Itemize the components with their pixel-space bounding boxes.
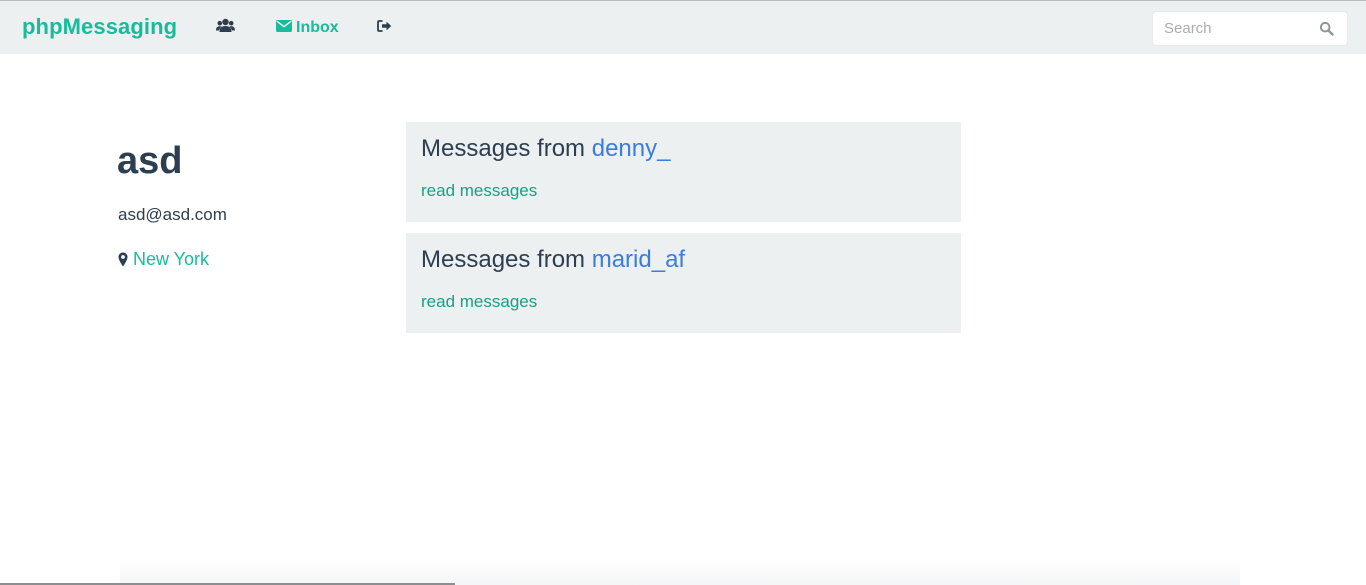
sign-out-icon xyxy=(377,19,392,37)
brand-link[interactable]: phpMessaging xyxy=(22,14,177,40)
search-box xyxy=(1152,11,1348,46)
thread-title-prefix: Messages from xyxy=(421,246,592,273)
profile-name: asd xyxy=(117,140,183,182)
message-thread-title: Messages from marid_af xyxy=(421,246,685,274)
profile-email: asd@asd.com xyxy=(118,205,227,224)
thread-username-link[interactable]: denny_ xyxy=(592,135,671,162)
location-link[interactable]: New York xyxy=(133,249,209,270)
map-marker-icon xyxy=(118,252,128,267)
nav-users-link[interactable] xyxy=(216,18,235,38)
read-messages-link[interactable]: read messages xyxy=(421,181,537,201)
thread-username-link[interactable]: marid_af xyxy=(592,246,685,273)
message-thread-title: Messages from denny_ xyxy=(421,135,670,163)
message-thread-card: Messages from marid_af read messages xyxy=(406,233,961,333)
navbar: phpMessaging Inbox xyxy=(0,0,1366,54)
search-icon[interactable] xyxy=(1319,21,1335,37)
read-messages-link[interactable]: read messages xyxy=(421,292,537,312)
bottom-shadow xyxy=(120,560,1240,585)
search-input[interactable] xyxy=(1153,12,1313,45)
profile-location: New York xyxy=(118,249,209,270)
thread-title-prefix: Messages from xyxy=(421,135,592,162)
nav-inbox-link[interactable]: Inbox xyxy=(276,18,339,38)
users-icon xyxy=(216,18,235,39)
nav-inbox-label: Inbox xyxy=(296,19,339,36)
envelope-icon xyxy=(276,19,296,37)
nav-logout-link[interactable] xyxy=(377,18,392,38)
message-thread-card: Messages from denny_ read messages xyxy=(406,122,961,222)
